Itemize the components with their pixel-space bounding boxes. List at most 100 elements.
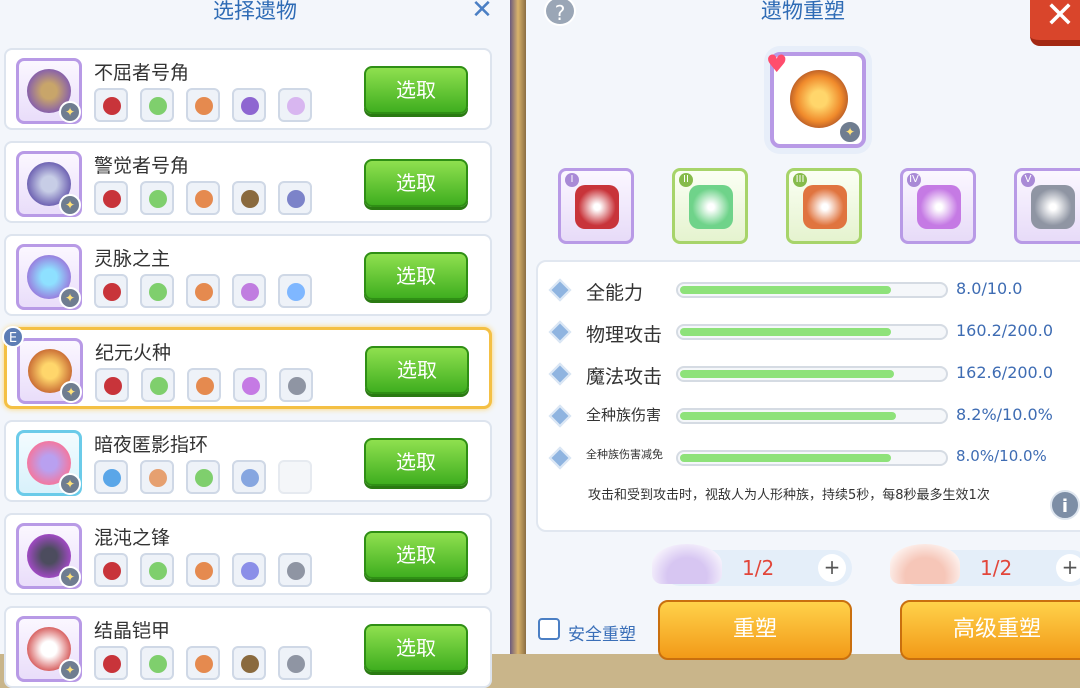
relic-name: 暗夜匿影指环 [94, 434, 209, 456]
relic-icon: ✦ [16, 151, 82, 217]
relic-card[interactable]: ✦ 不屈者号角 选取 [4, 48, 492, 130]
gem-icon [103, 469, 121, 487]
gem-slot-icon [140, 181, 174, 215]
slot-numeral: II [679, 173, 693, 187]
safe-reshape-label: 安全重塑 [568, 625, 636, 645]
gem-slot-icon [278, 274, 312, 308]
gem-icon [287, 655, 305, 673]
gem-slot-icon [141, 368, 175, 402]
relic-name: 混沌之锋 [94, 527, 171, 549]
reshape-button[interactable]: 重塑 [658, 600, 852, 660]
gem-icon [195, 469, 213, 487]
gem-icon [287, 190, 305, 208]
relic-card[interactable]: ✦ 暗夜匿影指环 选取 [4, 420, 492, 502]
gem-slot-icon [278, 646, 312, 680]
gem-icon [575, 185, 619, 229]
stat-bar-fill [680, 454, 891, 462]
relic-name: 警觉者号角 [94, 155, 190, 177]
diamond-icon [548, 320, 572, 344]
gem-slot[interactable]: IV [900, 168, 976, 244]
add-material-button[interactable]: + [818, 554, 846, 582]
gem-slot-icon [95, 368, 129, 402]
stat-label: 魔法攻击 [586, 366, 663, 388]
stat-label: 全种族伤害 [586, 406, 662, 424]
add-material-button[interactable]: + [1056, 554, 1080, 582]
gem-icon [195, 283, 213, 301]
gem-icon [149, 190, 167, 208]
close-icon[interactable]: ✕ [468, 0, 496, 23]
selected-relic-icon: ♥ ✦ [766, 50, 866, 148]
gem-slot[interactable]: I [558, 168, 634, 244]
relic-name: 不屈者号角 [94, 62, 190, 84]
gem-slot-icon [232, 553, 266, 587]
gem-icon [195, 562, 213, 580]
gem-icon [149, 655, 167, 673]
gem-icon [287, 562, 305, 580]
gem-slot-icon [94, 88, 128, 122]
relic-name: 灵脉之主 [94, 248, 171, 270]
stat-bar-fill [680, 370, 894, 378]
relic-icon: ✦ [16, 616, 82, 682]
gem-icon [689, 185, 733, 229]
pick-button[interactable]: 选取 [364, 624, 468, 672]
relic-card[interactable]: ✦ 警觉者号角 选取 [4, 141, 492, 223]
relic-icon: ✦ [17, 338, 83, 404]
heart-icon: ♥ [766, 50, 788, 78]
gem-icon [917, 185, 961, 229]
relic-reshape-panel: ? 遗物重塑 ✕ ♥ ✦ I II III IV V 全能力 8.0/10.0 物理攻击 16… [526, 0, 1080, 660]
gem-icon [287, 97, 305, 115]
advanced-reshape-button[interactable]: 高级重塑 [900, 600, 1080, 660]
stat-bar [676, 282, 948, 298]
pick-button[interactable]: 选取 [364, 438, 468, 486]
gem-slot-icon [140, 553, 174, 587]
star-badge-icon: ✦ [59, 194, 81, 216]
pick-button[interactable]: 选取 [365, 346, 469, 394]
relic-icon: ✦ [16, 244, 82, 310]
gem-slot-icon [186, 553, 220, 587]
gem-slot-icon [279, 368, 313, 402]
relic-card[interactable]: ✦ 混沌之锋 选取 [4, 513, 492, 595]
gem-slot-icon [232, 274, 266, 308]
relic-card[interactable]: ✦ 结晶铠甲 选取 [4, 606, 492, 688]
gem-slot[interactable]: II [672, 168, 748, 244]
panel-divider [510, 0, 526, 654]
pick-button[interactable]: 选取 [364, 159, 468, 207]
diamond-icon [548, 362, 572, 386]
gem-slot-icon [94, 646, 128, 680]
panel-title: 遗物重塑 [761, 0, 845, 23]
gem-slot[interactable]: V [1014, 168, 1080, 244]
relic-card[interactable]: ✦ 纪元火种 选取 [4, 327, 492, 409]
pick-button[interactable]: 选取 [364, 531, 468, 579]
gem-slot-icon [278, 88, 312, 122]
gem-icon [195, 655, 213, 673]
gem-slot-icon [94, 460, 128, 494]
stat-row: 魔法攻击 162.6/200.0 [548, 360, 1072, 388]
gem-slot-icon [186, 274, 220, 308]
gem-icon [241, 469, 259, 487]
pick-button[interactable]: 选取 [364, 252, 468, 300]
material-count: 1/2 [742, 556, 775, 580]
info-button[interactable]: i [1050, 490, 1080, 520]
star-badge-icon: ✦ [59, 473, 81, 495]
pick-button[interactable]: 选取 [364, 66, 468, 114]
gem-slot-icon [186, 646, 220, 680]
gem-icon [1031, 185, 1075, 229]
gem-icon [150, 377, 168, 395]
material-icon [890, 544, 960, 584]
close-button[interactable]: ✕ [1030, 0, 1080, 46]
stat-bar-fill [680, 286, 891, 294]
stat-row: 全种族伤害减免 8.0%/10.0% [548, 444, 1072, 472]
star-badge-icon: ✦ [59, 101, 81, 123]
stat-row: 全能力 8.0/10.0 [548, 276, 1072, 304]
empty-slot [278, 460, 312, 494]
gem-icon [196, 377, 214, 395]
relic-icon: ✦ [16, 523, 82, 589]
star-badge-icon: ✦ [59, 659, 81, 681]
safe-reshape-checkbox[interactable] [538, 618, 560, 640]
gem-icon [149, 562, 167, 580]
stat-value: 8.0/10.0 [956, 279, 1023, 298]
material-counter: 1/2 + [890, 544, 1080, 586]
gem-slot[interactable]: III [786, 168, 862, 244]
diamond-icon [548, 278, 572, 302]
relic-card[interactable]: ✦ 灵脉之主 选取 [4, 234, 492, 316]
